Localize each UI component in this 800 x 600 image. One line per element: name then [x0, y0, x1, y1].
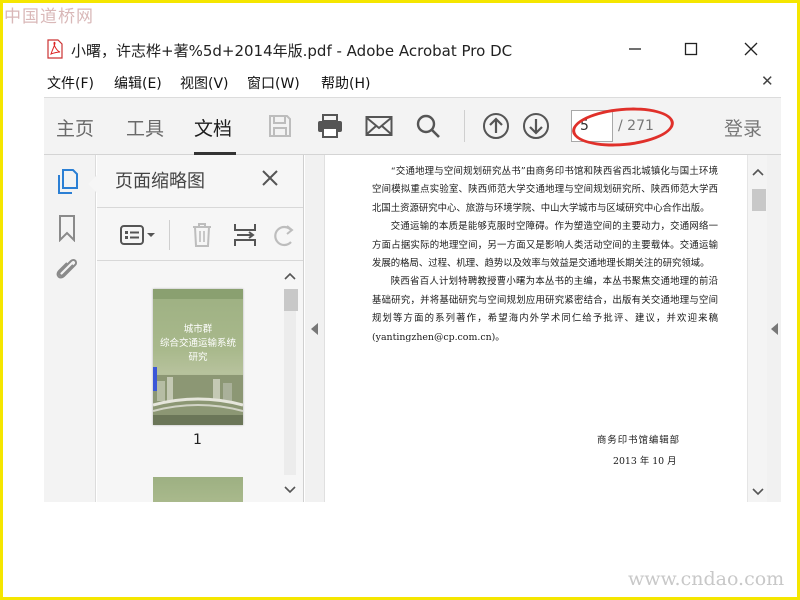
thumbnail-options-button[interactable] — [117, 220, 159, 250]
search-icon — [416, 114, 440, 138]
watermark-bottom: www.cndao.com — [628, 568, 785, 590]
screenshot-frame: 小曙，许志桦+著%5d+2014年版.pdf - Adobe Acrobat P… — [3, 3, 797, 597]
thumbnails-toolbar — [97, 207, 303, 261]
toolbar: 主页 工具 文档 5 / 271 登录 — [44, 97, 781, 155]
maximize-icon — [684, 42, 698, 56]
doc-paragraph-3: 陕西省百人计划特聘教授曹小曙为本丛书的主编，本丛书聚焦交通地理的前沿基础研究，并… — [372, 276, 718, 343]
title-bar: 小曙，许志桦+著%5d+2014年版.pdf - Adobe Acrobat P… — [3, 31, 797, 67]
scrollbar-track[interactable] — [284, 289, 296, 475]
minimize-button[interactable] — [615, 35, 655, 63]
page-thumbnails-panel: 页面缩略图 城市群 综合交通运输系统 研究 1 — [88, 155, 304, 502]
scrollbar-thumb[interactable] — [284, 289, 298, 311]
tab-document[interactable]: 文档 — [194, 114, 232, 141]
insert-page-button[interactable] — [231, 220, 259, 250]
document-view: “交通地理与空间规划研究丛书”由商务印书馆和陕西省西北城镇化与国土环境空间模拟重… — [305, 155, 781, 502]
cover-title: 城市群 综合交通运输系统 研究 — [153, 323, 243, 365]
attachments-button[interactable] — [54, 255, 80, 285]
document-scrollbar[interactable] — [747, 155, 767, 502]
document-page-text: “交通地理与空间规划研究丛书”由商务印书馆和陕西省西北城镇化与国土环境空间模拟重… — [372, 163, 718, 347]
cover-title-line-1: 城市群 — [183, 324, 213, 335]
menu-view[interactable]: 视图(V) — [180, 73, 229, 93]
rotate-icon — [274, 225, 294, 247]
tab-home[interactable]: 主页 — [56, 114, 94, 141]
arrow-up-icon — [483, 113, 509, 139]
page-thumbnails-icon — [58, 169, 78, 194]
menu-edit[interactable]: 编辑(E) — [114, 73, 162, 93]
email-button[interactable] — [363, 110, 395, 142]
arrow-down-icon — [523, 113, 549, 139]
doc-scrollbar-thumb[interactable] — [752, 189, 766, 211]
print-icon — [318, 114, 342, 138]
cover-side-tab — [153, 367, 157, 391]
menu-bar: 文件(F) 编辑(E) 视图(V) 窗口(W) 帮助(H) ✕ — [3, 69, 797, 95]
menu-file[interactable]: 文件(F) — [47, 73, 94, 93]
search-button[interactable] — [412, 110, 444, 142]
thumbnail-page-label: 1 — [193, 432, 202, 448]
cover-city-image — [153, 375, 243, 425]
options-menu-icon — [120, 225, 155, 245]
close-panel-button[interactable] — [257, 165, 283, 191]
expand-right-pane-icon[interactable] — [771, 323, 778, 335]
page-thumbnail-1[interactable]: 城市群 综合交通运输系统 研究 — [153, 289, 243, 425]
doc-scroll-up-icon[interactable] — [751, 165, 765, 179]
cover-header-band — [153, 289, 243, 299]
close-icon — [262, 170, 278, 186]
cover-title-line-2: 综合交通运输系统 — [159, 338, 236, 349]
print-button[interactable] — [314, 110, 346, 142]
doc-paragraph-1: “交通地理与空间规划研究丛书”由商务印书馆和陕西省西北城镇化与国土环境空间模拟重… — [372, 166, 718, 214]
attachment-icon — [56, 258, 78, 279]
bookmarks-button[interactable] — [54, 213, 80, 243]
doc-paragraph-2: 交通运输的本质是能够克服时空障碍。作为塑造空间的主要动力，交通网络一方面占据实际… — [372, 221, 718, 270]
pdf-file-icon — [47, 39, 63, 59]
rotate-page-button[interactable] — [273, 220, 295, 250]
thumbnails-scrollbar[interactable] — [280, 265, 298, 499]
login-button[interactable]: 登录 — [724, 114, 762, 141]
collapse-left-icon[interactable] — [311, 323, 318, 335]
previous-page-button[interactable] — [480, 110, 512, 142]
save-button[interactable] — [264, 110, 296, 142]
page-thumbnail-2[interactable] — [153, 477, 243, 502]
cover-title-line-3: 研究 — [188, 352, 208, 363]
watermark-top: 中国道桥网 — [4, 7, 94, 27]
left-navigation-rail — [44, 155, 96, 502]
bookmark-icon — [59, 215, 75, 242]
panel-pointer — [88, 175, 97, 193]
close-document-icon[interactable]: ✕ — [761, 72, 774, 90]
delete-page-button[interactable] — [189, 220, 215, 250]
insert-page-icon — [234, 224, 256, 246]
thumbnails-toolbar-separator — [169, 220, 170, 250]
save-icon — [269, 115, 291, 137]
left-collapse-strip[interactable] — [305, 155, 325, 502]
close-window-button[interactable] — [731, 35, 771, 63]
menu-window[interactable]: 窗口(W) — [247, 73, 300, 93]
tab-tools[interactable]: 工具 — [126, 114, 164, 141]
next-page-button[interactable] — [520, 110, 552, 142]
doc-date: 2013 年 10 月 — [613, 456, 677, 467]
scroll-up-icon[interactable] — [283, 269, 297, 283]
right-collapse-strip[interactable] — [767, 155, 781, 502]
menu-help[interactable]: 帮助(H) — [321, 73, 370, 93]
trash-icon — [193, 223, 211, 247]
minimize-icon — [629, 48, 641, 50]
doc-scroll-down-icon[interactable] — [751, 485, 765, 499]
scroll-down-icon[interactable] — [283, 483, 297, 497]
panel-title: 页面缩略图 — [115, 171, 205, 192]
email-icon — [365, 116, 393, 136]
page-thumbnails-button[interactable] — [54, 167, 80, 197]
close-icon — [744, 42, 758, 56]
toolbar-separator — [464, 110, 465, 142]
window-title: 小曙，许志桦+著%5d+2014年版.pdf - Adobe Acrobat P… — [71, 42, 513, 60]
maximize-button[interactable] — [671, 35, 711, 63]
doc-signature: 商务印书馆编辑部 — [597, 435, 681, 446]
